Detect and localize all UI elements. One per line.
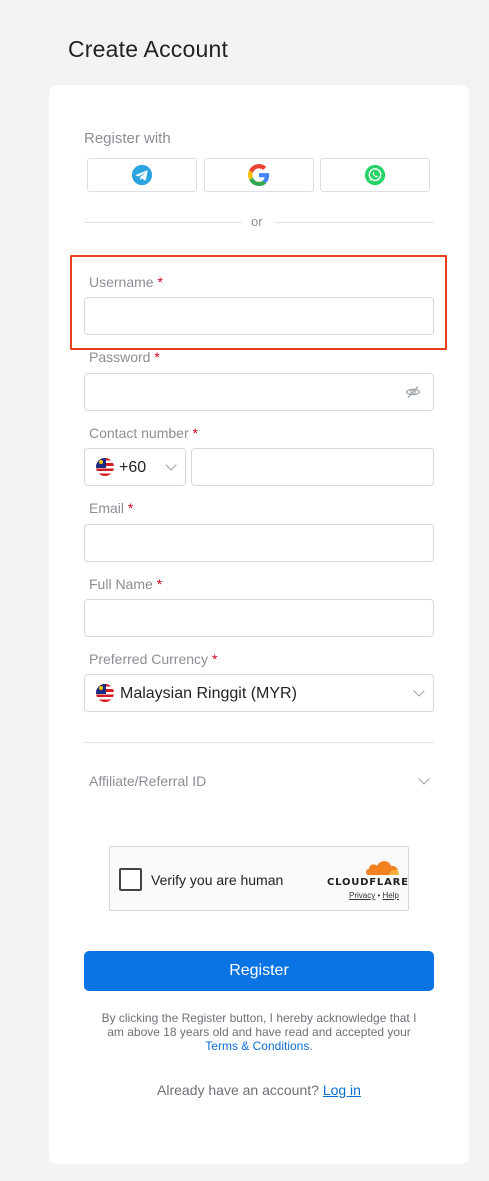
malaysia-flag-icon <box>96 458 114 476</box>
currency-value: Malaysian Ringgit (MYR) <box>120 685 297 702</box>
whatsapp-icon <box>364 164 386 186</box>
email-label: Email * <box>89 500 134 516</box>
telegram-icon <box>131 164 153 186</box>
login-prompt: Already have an account? Log in <box>157 1082 361 1098</box>
eye-off-icon[interactable] <box>405 384 421 400</box>
divider-left <box>84 222 242 223</box>
captcha-widget: Verify you are human CLOUDFLARE Privacy … <box>109 846 409 911</box>
login-link[interactable]: Log in <box>323 1082 361 1098</box>
terms-disclaimer: By clicking the Register button, I hereb… <box>101 1011 417 1053</box>
chevron-down-icon <box>165 459 177 471</box>
section-divider <box>84 742 434 743</box>
captcha-links: Privacy • Help <box>349 891 399 900</box>
country-code-value: +60 <box>119 459 147 476</box>
whatsapp-button[interactable] <box>320 158 430 192</box>
currency-label: Preferred Currency * <box>89 651 218 667</box>
password-input[interactable] <box>84 373 434 411</box>
password-label: Password * <box>89 349 160 365</box>
terms-link[interactable]: Terms & Conditions <box>205 1039 309 1053</box>
username-highlight <box>70 255 447 350</box>
email-input[interactable] <box>84 524 434 562</box>
captcha-label: Verify you are human <box>151 872 284 888</box>
page-title: Create Account <box>68 36 229 62</box>
google-button[interactable] <box>204 158 314 192</box>
chevron-down-icon <box>413 685 425 697</box>
captcha-privacy-link[interactable]: Privacy <box>349 891 375 900</box>
cloudflare-brand: CLOUDFLARE <box>327 877 409 888</box>
full-name-label: Full Name * <box>89 576 163 592</box>
contact-number-input[interactable] <box>191 448 434 486</box>
register-button[interactable]: Register <box>84 951 434 991</box>
country-code-select[interactable]: +60 <box>84 448 186 486</box>
captcha-checkbox[interactable] <box>119 868 142 891</box>
divider-or: or <box>251 214 263 229</box>
register-with-heading: Register with <box>84 130 171 147</box>
captcha-links-separator: • <box>377 891 381 900</box>
divider-right <box>275 222 434 223</box>
full-name-input[interactable] <box>84 599 434 637</box>
cloudflare-logo-icon <box>366 861 399 875</box>
affiliate-toggle[interactable]: Affiliate/Referral ID <box>89 773 206 789</box>
contact-label: Contact number * <box>89 425 198 441</box>
captcha-help-link[interactable]: Help <box>383 891 399 900</box>
currency-select[interactable]: Malaysian Ringgit (MYR) <box>84 674 434 712</box>
malaysia-flag-icon <box>96 684 114 702</box>
telegram-button[interactable] <box>87 158 197 192</box>
google-icon <box>248 164 270 186</box>
